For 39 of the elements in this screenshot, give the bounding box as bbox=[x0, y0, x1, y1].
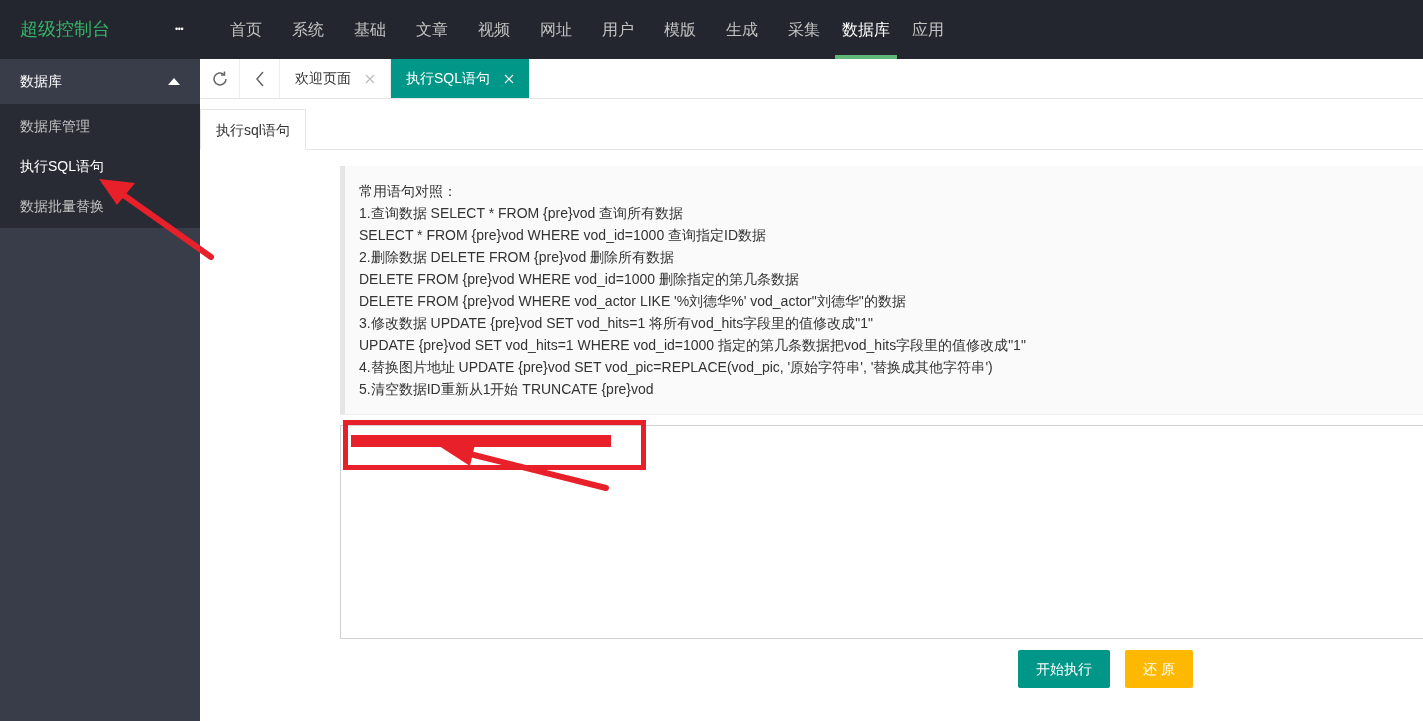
logo-text: 超级控制台 bbox=[19, 18, 111, 41]
nav-item[interactable]: 生成 bbox=[711, 0, 773, 59]
refresh-icon bbox=[210, 69, 229, 88]
panel-tab[interactable]: 执行sql语句 bbox=[200, 109, 306, 150]
page-tab-label: 执行SQL语句 bbox=[406, 69, 490, 88]
nav-item[interactable]: 基础 bbox=[339, 0, 401, 59]
nav-item[interactable]: 数据库 bbox=[835, 0, 897, 59]
reference-line: 1.查询数据 SELECT * FROM {pre}vod 查询所有数据 bbox=[359, 204, 685, 223]
reference-line: 常用语句对照： bbox=[359, 182, 458, 201]
sidebar-item[interactable]: 数据库管理 bbox=[0, 106, 200, 146]
reference-line: UPDATE {pre}vod SET vod_hits=1 WHERE vod_id=1000 指定的第几条数据把vod_hits字段里的值修改成"1" bbox=[359, 336, 1027, 355]
reference-line: 5.清空数据ID重新从1开始 TRUNCATE {pre}vod bbox=[359, 380, 655, 399]
page-tab-label: 欢迎页面 bbox=[295, 69, 351, 88]
reference-line: 3.修改数据 UPDATE {pre}vod SET vod_hits=1 将所有vod_hits字段里的值修改成"1" bbox=[359, 314, 874, 333]
sql-input-field[interactable] bbox=[340, 425, 1423, 639]
nav-item[interactable]: 应用 bbox=[897, 0, 959, 59]
sidebar-item[interactable]: 执行SQL语句 bbox=[0, 146, 200, 186]
more-button[interactable]: ••• bbox=[175, 22, 215, 37]
action-button[interactable]: 开始执行 bbox=[1018, 650, 1110, 688]
sidebar-item[interactable]: 数据批量替换 bbox=[0, 186, 200, 226]
reference-line: DELETE FROM {pre}vod WHERE vod_actor LIKE '%刘德华%' vod_actor"刘德华"的数据 bbox=[359, 292, 907, 311]
nav-item[interactable]: 网址 bbox=[525, 0, 587, 59]
nav-item[interactable]: 视频 bbox=[463, 0, 525, 59]
reference-line: DELETE FROM {pre}vod WHERE vod_id=1000 删除指定的第几条数据 bbox=[359, 270, 800, 289]
nav-item[interactable]: 用户 bbox=[587, 0, 649, 59]
nav-item[interactable]: 系统 bbox=[277, 0, 339, 59]
caret-icon bbox=[168, 78, 180, 85]
nav-item[interactable]: 首页 bbox=[215, 0, 277, 59]
chevron-left-icon bbox=[254, 70, 265, 87]
nav-item[interactable]: 模版 bbox=[649, 0, 711, 59]
reference-line: 4.替换图片地址 UPDATE {pre}vod SET vod_pic=REPLACE(vod_pic, '原始字符串', '替换成其他字符串') bbox=[359, 358, 994, 377]
nav-item[interactable]: 文章 bbox=[401, 0, 463, 59]
reference-line: SELECT * FROM {pre}vod WHERE vod_id=1000 查询指定ID数据 bbox=[359, 226, 768, 245]
close-icon[interactable] bbox=[365, 73, 375, 84]
sidebar-group-label: 数据库 bbox=[20, 72, 62, 91]
reference-line: 2.删除数据 DELETE FROM {pre}vod 删除所有数据 bbox=[359, 248, 676, 267]
nav-item[interactable]: 采集 bbox=[773, 0, 835, 59]
page-tab[interactable]: 执行SQL语句 bbox=[391, 59, 529, 98]
sidebar-group[interactable]: 数据库 bbox=[0, 59, 200, 104]
